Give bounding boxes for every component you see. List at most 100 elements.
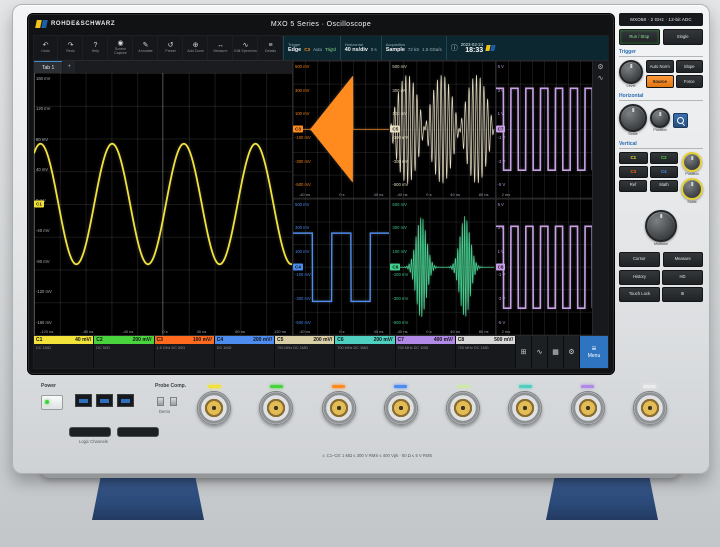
power-button[interactable] <box>41 395 63 410</box>
channel-marker[interactable]: C4 <box>293 263 303 270</box>
touchscreen[interactable]: ↶ Undo ↷ Redo ? Help <box>33 35 609 369</box>
toolbar-button[interactable]: ↔ Measure <box>209 36 233 60</box>
trigger-button[interactable]: Auto Norm <box>646 60 674 73</box>
channel-led <box>457 385 470 388</box>
trigger-section-label: Trigger <box>619 49 703 57</box>
channel-id: C6 <box>337 337 343 343</box>
add-tab-button[interactable]: + <box>63 61 75 73</box>
horizontal-scale-knob[interactable] <box>619 104 647 132</box>
y-axis-label: -5 V <box>498 183 506 187</box>
measure-button[interactable]: Measure <box>663 252 704 267</box>
channel-button[interactable]: C1 <box>619 152 648 164</box>
y-axis-label: 80 mV <box>36 138 52 142</box>
ref-button[interactable]: Ref <box>619 180 647 192</box>
channel-marker[interactable]: C1 <box>34 201 44 208</box>
cursor-button[interactable]: Cursor <box>619 252 660 267</box>
scope-view-c7[interactable]: 5 V3 V1 V-1 V-3 V-5 V C7 2 ms <box>496 61 592 198</box>
trigger-button[interactable]: Source <box>646 75 674 88</box>
scope-view-c1[interactable]: 160 mV120 mV80 mV40 mV0 mV-40 mV-80 mV-1… <box>34 73 292 335</box>
channel-chip[interactable]: C3 100 mV/ 1.5 GHz DC 50Ω <box>155 336 214 368</box>
channel-marker[interactable]: C6 <box>390 263 400 270</box>
utility-button[interactable]: ⊞ <box>662 287 703 302</box>
y-axis-label: 500 mV <box>295 203 311 207</box>
time-axis-label: 40 ns <box>197 330 207 334</box>
zoom-button[interactable] <box>673 113 688 128</box>
trigger-status[interactable]: Trigger Edge C3 Auto Trig'd <box>283 36 340 60</box>
scope-view-c6[interactable]: 500 mV300 mV100 mV-100 mV-300 mV-500 mV … <box>390 199 494 336</box>
toolbar-button[interactable]: ✎ Annotate <box>134 36 158 60</box>
y-axis-label: 100 mV <box>392 250 408 254</box>
multi-scope-grid: 500 mV300 mV100 mV-100 mV-300 mV-500 mV … <box>293 61 592 335</box>
horizontal-position-knob[interactable] <box>650 108 670 128</box>
y-axis-label: -1 V <box>498 136 506 140</box>
bnc-channel <box>380 385 422 425</box>
utility-button[interactable]: Touch Lock <box>619 287 660 302</box>
scope-view-c3[interactable]: 500 mV300 mV100 mV-100 mV-300 mV-500 mV … <box>293 61 389 198</box>
bnc-connector <box>633 391 667 425</box>
info-clock[interactable]: ⓘ 2023-02-24 18:33 <box>446 36 503 60</box>
channel-chip[interactable]: C8 500 mV/ 700 MHz DC 1MΩ <box>456 336 515 368</box>
channel-chip[interactable]: C2 200 mV/ DC 50Ω <box>94 336 153 368</box>
quick-tile-button[interactable]: ▦ <box>548 336 563 368</box>
toolbar-button[interactable]: ⊕ Add Zoom <box>184 36 208 60</box>
trigger-level-knob[interactable] <box>619 60 643 84</box>
y-axis-label: 1 V <box>498 250 506 254</box>
scope-view-c8[interactable]: 5 V3 V1 V-1 V-3 V-5 V C8 2 ms <box>496 199 592 336</box>
toolbar-button[interactable]: ↺ Preset <box>159 36 183 60</box>
trigger-state: Trig'd <box>325 47 336 52</box>
waveform-c7 <box>496 61 592 198</box>
bnc-channel <box>318 385 360 425</box>
toolbar-button[interactable]: ≡ Details <box>259 36 283 60</box>
run-stop-button[interactable]: Run / Stop <box>619 29 660 45</box>
channel-scale: 200 mV/ <box>313 337 332 343</box>
channel-marker[interactable]: C7 <box>496 126 506 133</box>
signal-icon[interactable]: ∿ <box>598 75 604 82</box>
time-axis-label: -40 ns <box>299 193 310 197</box>
toolbar-button[interactable]: ∿ Edit Spectrum <box>234 36 258 60</box>
channel-marker[interactable]: C8 <box>496 263 506 270</box>
horizontal-status[interactable]: Horizontal 40 ns/div 0 s <box>340 36 381 60</box>
utility-button[interactable]: HD <box>662 270 703 285</box>
channel-marker[interactable]: C5 <box>390 126 400 133</box>
scope-view-c4[interactable]: 500 mV300 mV100 mV-100 mV-300 mV-500 mV … <box>293 199 389 336</box>
toolbar-button[interactable]: ? Help <box>84 36 108 60</box>
channel-bar: C1 40 mV/ DC 1MΩ C2 200 mV/ <box>34 335 608 368</box>
y-axis-label: 300 mV <box>295 89 311 93</box>
channel-marker[interactable]: C3 <box>293 126 303 133</box>
menu-button[interactable]: ≡ Menu <box>580 336 608 368</box>
channel-led <box>519 385 532 388</box>
channel-chip[interactable]: C6 200 mV/ 700 MHz DC 1MΩ <box>335 336 394 368</box>
single-button[interactable]: Single <box>663 29 704 45</box>
channel-chip[interactable]: C1 40 mV/ DC 1MΩ <box>34 336 93 368</box>
quick-tile-button[interactable]: ⚙ <box>564 336 579 368</box>
bnc-channel <box>193 385 235 425</box>
probe-comp-terminals <box>157 397 177 406</box>
y-axis-label: -1 V <box>498 273 506 277</box>
trigger-button[interactable]: Force <box>676 75 704 88</box>
magnifier-icon <box>677 117 684 124</box>
scope-view-c5[interactable]: 500 mV300 mV100 mV-100 mV-300 mV-500 mV … <box>390 61 494 198</box>
vertical-position-knob[interactable] <box>682 152 702 172</box>
oscilloscope-photo: ROHDE&SCHWARZ MXO 5 Series · Oscilloscop… <box>0 0 720 547</box>
channel-chip[interactable]: C4 200 mV/ DC 1MΩ <box>215 336 274 368</box>
channel-button[interactable]: C3 <box>619 166 648 178</box>
tab-1[interactable]: Tab 1 <box>34 61 62 73</box>
settings-icon[interactable]: ⚙ <box>597 64 603 71</box>
toolbar-button[interactable]: ◉ Screen Capture <box>109 36 133 60</box>
y-axis-label: -5 V <box>498 321 506 325</box>
quick-tile-button[interactable]: ∿ <box>532 336 547 368</box>
quick-tile-button[interactable]: ⊞ <box>516 336 531 368</box>
utility-button[interactable]: History <box>619 270 660 285</box>
trigger-button[interactable]: Slope <box>676 60 704 73</box>
multiuse-knob[interactable] <box>645 210 677 242</box>
math-button[interactable]: Math <box>650 180 678 192</box>
channel-chip[interactable]: C7 400 mV/ 700 MHz DC 1MΩ <box>396 336 455 368</box>
channel-chip[interactable]: C5 200 mV/ 700 MHz DC 1MΩ <box>275 336 334 368</box>
acquisition-status[interactable]: Acquisition Sample 72 kS 1.5 GSa/s <box>381 36 446 60</box>
toolbar-button[interactable]: ↷ Redo <box>59 36 83 60</box>
toolbar-button[interactable]: ↶ Undo <box>34 36 58 60</box>
channel-button[interactable]: C2 <box>650 152 679 164</box>
y-axis-label: 40 mV <box>36 168 52 172</box>
channel-button[interactable]: C4 <box>650 166 679 178</box>
vertical-scale-knob[interactable] <box>681 178 703 200</box>
